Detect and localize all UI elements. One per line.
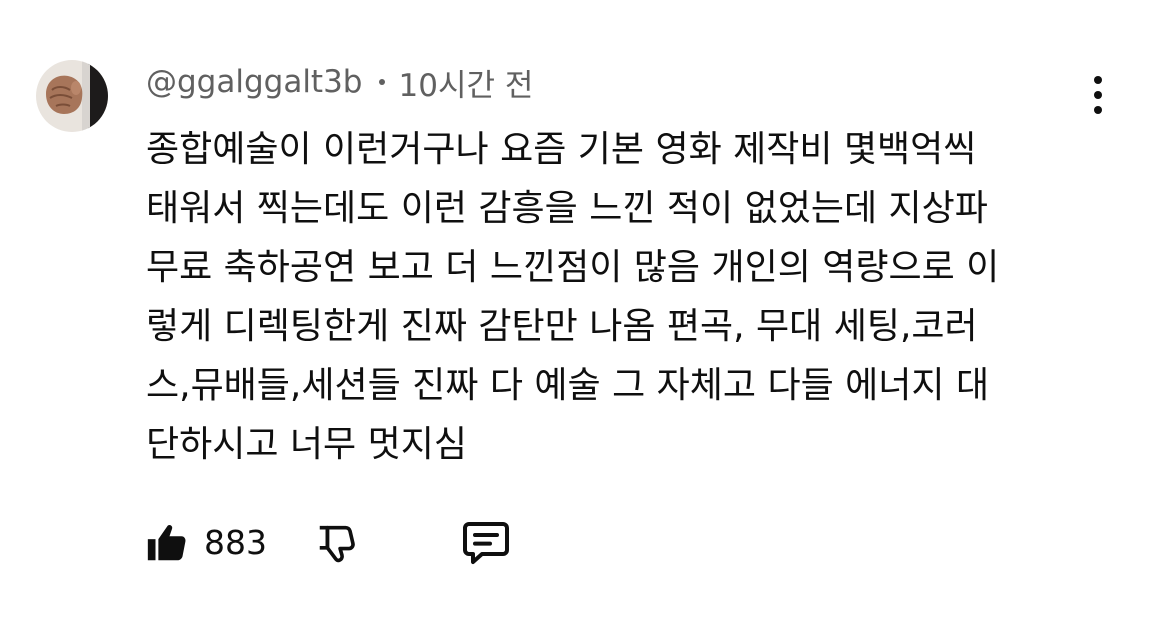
avatar[interactable]: [36, 60, 108, 132]
reply-button[interactable]: [460, 520, 512, 566]
comment-time[interactable]: 10시간 전: [399, 60, 534, 105]
like-button[interactable]: [144, 520, 190, 566]
avatar-fist-icon: [36, 60, 108, 132]
comment-line: 무료 축하공연 보고 더 느낀점이 많음 개인의 역량으로 이: [146, 247, 1000, 288]
dislike-button[interactable]: [314, 520, 360, 566]
thumbs-up-icon: [147, 524, 186, 561]
separator-dot: [378, 79, 385, 85]
comment-line: 단하시고 너무 멋지심: [146, 424, 467, 465]
more-vertical-icon: [1094, 76, 1102, 84]
more-vertical-icon: [1094, 106, 1102, 114]
comment-line: 종합예술이 이런거구나 요즘 기본 영화 제작비 몇백억씩: [146, 129, 977, 170]
comment-meta: @ggalggalt3b 10시간 전: [146, 60, 534, 105]
comment-actions: 883: [144, 514, 544, 570]
thumbs-down-icon: [319, 525, 355, 563]
author-name[interactable]: @ggalggalt3b: [146, 64, 363, 100]
more-options-button[interactable]: [1078, 70, 1118, 120]
like-count: 883: [204, 523, 267, 562]
comment-text: 종합예술이 이런거구나 요즘 기본 영화 제작비 몇백억씩 태워서 찍는데도 이…: [146, 120, 1076, 474]
more-vertical-icon: [1094, 91, 1102, 99]
comment-line: 태워서 찍는데도 이런 감흥을 느낀 적이 없었는데 지상파: [146, 188, 988, 229]
comment-line: 스,뮤배들,세션들 진짜 다 예술 그 자체고 다들 에너지 대: [146, 365, 990, 406]
reply-comment-icon: [463, 522, 509, 564]
comment-line: 렇게 디렉팅한게 진짜 감탄만 나옴 편곡, 무대 세팅,코러: [146, 306, 978, 347]
